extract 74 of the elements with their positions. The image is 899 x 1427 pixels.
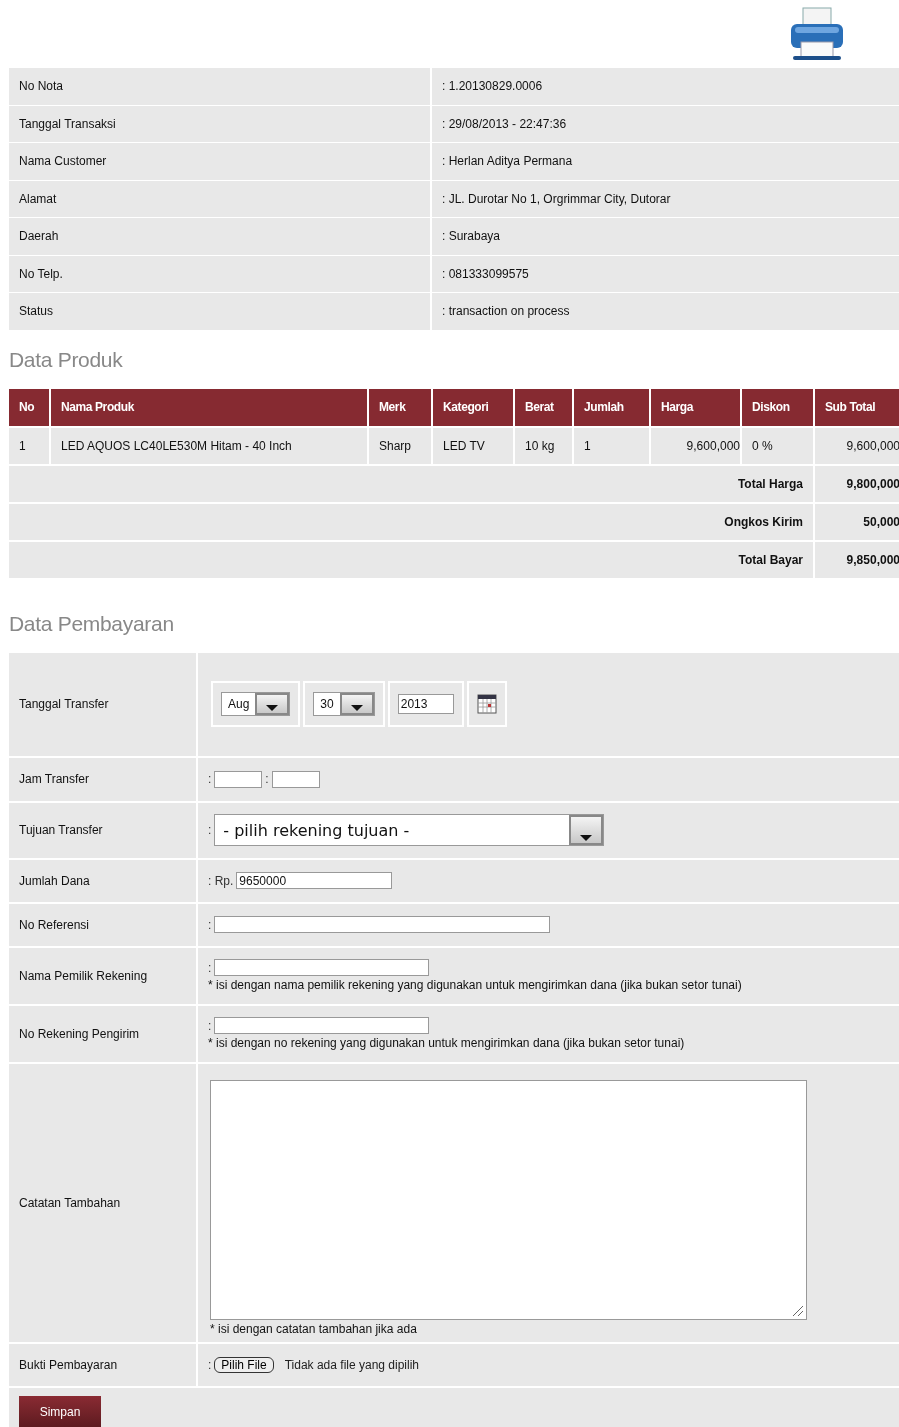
table-cell: 9,600,000: [650, 426, 741, 465]
info-value: : 29/08/2013 - 22:47:36: [430, 105, 899, 142]
total-label: Total Harga: [9, 464, 814, 503]
column-header: Berat: [514, 388, 573, 427]
colon-text: :: [208, 772, 212, 786]
hint-text: * isi dengan no rekening yang digunakan untuk mengirimkan dana (jika bukan setor tunai): [208, 1036, 685, 1050]
hint-text: * isi dengan catatan tambahan jika ada: [210, 1321, 418, 1336]
year-field[interactable]: 2013: [397, 694, 454, 714]
month-select[interactable]: Aug: [221, 692, 291, 716]
table-cell: 9,600,000: [814, 426, 899, 465]
field-label: Jam Transfer: [19, 772, 90, 786]
column-header: Diskon: [741, 388, 814, 427]
colon-text: :: [208, 917, 212, 932]
input-field[interactable]: [214, 959, 430, 976]
colon-text: :: [265, 772, 269, 786]
info-value: : Surabaya: [430, 218, 899, 255]
field-label: No Referensi: [19, 917, 90, 932]
section-title: Data Pembayaran: [9, 611, 175, 637]
info-label: Alamat: [9, 180, 430, 217]
hour-field[interactable]: [214, 770, 263, 788]
table-cell: Sharp: [368, 426, 432, 465]
calendar-icon[interactable]: [476, 694, 497, 714]
choose-file-button[interactable]: Pilih File: [214, 1356, 274, 1373]
total-value: 50,000: [814, 502, 899, 541]
input-field[interactable]: [214, 1017, 430, 1034]
table-cell: 1: [573, 426, 650, 465]
info-value: : transaction on process: [430, 293, 899, 330]
column-header: Jumlah: [573, 388, 650, 427]
column-header: Nama Produk: [50, 388, 368, 427]
field-label: Tujuan Transfer: [19, 823, 103, 837]
table-cell: 1: [9, 426, 50, 465]
colon-text: :: [208, 823, 212, 837]
minute-field[interactable]: [271, 770, 320, 788]
colon-text: :: [208, 960, 212, 975]
currency-text: : Rp.: [208, 873, 234, 888]
column-header: Sub Total: [814, 388, 899, 427]
input-field[interactable]: [214, 916, 551, 933]
total-label: Ongkos Kirim: [9, 502, 814, 541]
total-value: 9,850,000: [814, 540, 899, 579]
total-label: Total Bayar: [9, 540, 814, 579]
info-value: : 081333099575: [430, 255, 899, 292]
section-title: Data Produk: [9, 346, 124, 373]
field-label: No Rekening Pengirim: [19, 1026, 140, 1041]
info-value: : 1.20130829.0006: [430, 68, 899, 105]
table-cell: LED TV: [432, 426, 514, 465]
field-label: Catatan Tambahan: [19, 1195, 121, 1210]
info-value: : Herlan Aditya Permana: [430, 143, 899, 180]
total-value: 9,800,000: [814, 464, 899, 503]
colon-text: :: [208, 1357, 212, 1372]
table-cell: LED AQUOS LC40LE530M Hitam - 40 Inch: [50, 426, 368, 465]
field-label: Tanggal Transfer: [19, 697, 109, 711]
column-header: Merk: [368, 388, 432, 427]
info-label: Daerah: [9, 218, 430, 255]
file-status-text: Tidak ada file yang dipilih: [284, 1357, 419, 1372]
field-label: Nama Pemilik Rekening: [19, 968, 148, 983]
field-label: Jumlah Dana: [19, 873, 90, 888]
info-label: Nama Customer: [9, 143, 430, 180]
account-select[interactable]: - pilih rekening tujuan -: [214, 814, 605, 846]
table-cell: 10 kg: [514, 426, 573, 465]
day-select[interactable]: 30: [313, 692, 375, 716]
info-label: Tanggal Transaksi: [9, 105, 430, 142]
info-value: : JL. Durotar No 1, Orgrimmar City, Dutorar: [430, 180, 899, 217]
info-label: No Telp.: [9, 255, 430, 292]
colon-text: :: [208, 1018, 212, 1033]
info-label: Status: [9, 293, 430, 330]
amount-field[interactable]: 9650000: [236, 872, 393, 889]
column-header: Kategori: [432, 388, 514, 427]
info-label: No Nota: [9, 68, 430, 105]
table-cell: 0 %: [741, 426, 814, 465]
hint-text: * isi dengan nama pemilik rekening yang digunakan untuk mengirimkan dana (jika bukan setor tunai): [208, 978, 742, 992]
column-header: Harga: [650, 388, 741, 427]
field-label: Bukti Pembayaran: [19, 1357, 118, 1372]
column-header: No: [9, 388, 50, 427]
save-button[interactable]: Simpan: [19, 1395, 101, 1427]
